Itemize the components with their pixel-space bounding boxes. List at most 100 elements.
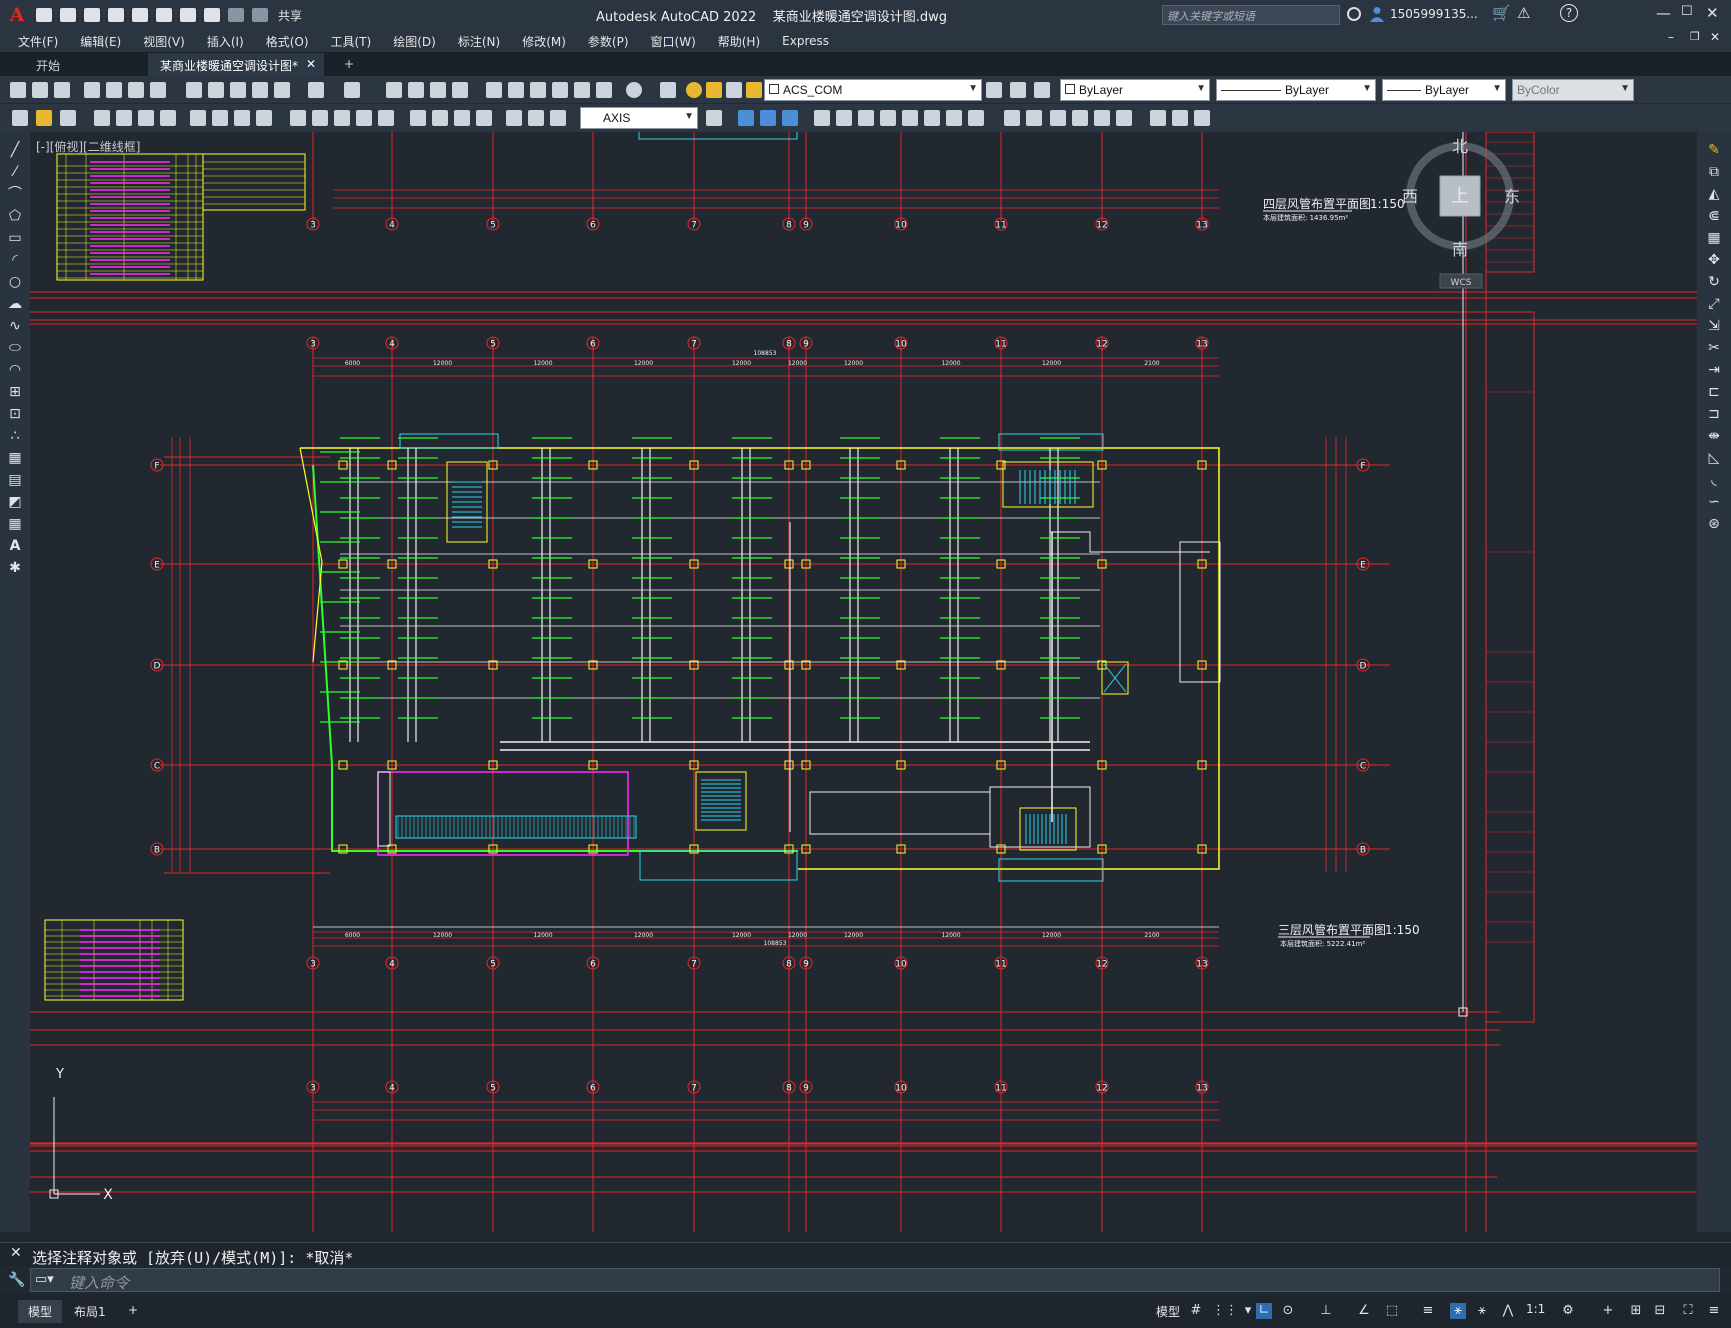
dim-edit-icon[interactable] [506,110,522,126]
dim-style-icon[interactable] [706,110,722,126]
chamfer-tool-icon[interactable]: ◺ [1706,450,1722,466]
command-input[interactable]: ▭▾ 键入命令 [30,1268,1720,1292]
point-tool-icon[interactable]: ∴ [7,428,23,444]
doc-close-icon[interactable]: ✕ [1710,30,1720,44]
recent-commands-icon[interactable]: ▭▾ [35,1272,54,1287]
layer-thaw-icon[interactable] [706,82,722,98]
layer-on-icon[interactable] [686,82,702,98]
polar-icon[interactable]: ⊙ [1280,1303,1296,1319]
undo-icon[interactable] [204,8,220,22]
preview-icon[interactable] [106,82,122,98]
layer-tool-icon[interactable] [12,110,28,126]
plot-icon[interactable] [180,8,196,22]
publish-icon[interactable] [128,82,144,98]
mtext-tool-icon[interactable]: A [7,538,23,554]
send-back-icon[interactable] [760,110,776,126]
named-views-icon[interactable] [1072,110,1088,126]
annotation-visibility-icon[interactable]: ⋀ [1500,1303,1516,1319]
region-tool-icon[interactable]: ◩ [7,494,23,510]
gradient-tool-icon[interactable]: ▤ [7,472,23,488]
zoom-previous-icon[interactable] [452,82,468,98]
fullscreen-icon[interactable]: ⛶ [1680,1303,1696,1319]
quick-dim-icon[interactable] [290,110,306,126]
model-space-toggle[interactable]: 模型 [1146,1300,1190,1323]
zoom-realtime-icon[interactable] [408,82,424,98]
tab-close-icon[interactable]: ✕ [306,57,316,71]
linetype-dropdown[interactable]: ByLayer ▼ [1216,79,1376,101]
angular-dim-icon[interactable] [256,110,272,126]
xline-tool-icon[interactable]: ⁄ [7,164,23,180]
calculator-icon[interactable] [596,82,612,98]
ole-icon[interactable] [1194,110,1210,126]
layer-iso-icon[interactable] [60,110,76,126]
insert-block-icon[interactable] [1150,110,1166,126]
inspect-icon[interactable] [454,110,470,126]
menu-tools[interactable]: 工具(T) [331,33,372,50]
explode-tool-icon[interactable]: ⊛ [1706,516,1722,532]
add-layout-button[interactable]: + [118,1300,148,1320]
properties-icon[interactable] [486,82,502,98]
save-tb-icon[interactable] [54,82,70,98]
autocad-logo-icon[interactable]: A [6,4,28,26]
center-mark-icon[interactable] [432,110,448,126]
paste-icon[interactable] [230,82,246,98]
plotstyle-dropdown[interactable]: ByColor ▼ [1512,79,1634,101]
match-prop-icon[interactable] [252,82,268,98]
tolerance-icon[interactable] [410,110,426,126]
menu-express[interactable]: Express [782,34,829,48]
lineweight-icon[interactable]: ≡ [1420,1303,1436,1319]
copy-tool-icon[interactable]: ⧉ [1706,164,1722,180]
ucs-icon[interactable] [814,110,830,126]
jogged-linear-icon[interactable] [476,110,492,126]
make-current-layer-icon[interactable] [986,82,1002,98]
user-icon[interactable] [1370,6,1384,22]
fillet-tool-icon[interactable]: ◟ [1706,472,1722,488]
offset-tool-icon[interactable]: ⋐ [1706,208,1722,224]
units-icon[interactable]: ⊞ [1628,1303,1644,1319]
ucs-origin-icon[interactable] [946,110,962,126]
bring-above-icon[interactable] [782,110,798,126]
blend-tool-icon[interactable]: ∽ [1706,494,1722,510]
mirror-tool-icon[interactable]: ◭ [1706,186,1722,202]
layer-properties-icon[interactable] [660,82,676,98]
menu-modify[interactable]: 修改(M) [522,33,566,50]
doc-minimize-icon[interactable]: – [1668,30,1674,44]
line-tool-icon[interactable]: ╱ [7,142,23,158]
new-tab-button[interactable]: + [332,53,366,76]
layer-unlock-icon[interactable] [726,82,742,98]
3d-print-icon[interactable] [150,82,166,98]
customize-qat-icon[interactable] [252,8,268,22]
redo-icon[interactable] [228,8,244,22]
undo-tb-icon[interactable] [308,82,324,98]
hatch-tool-icon[interactable]: ▦ [7,450,23,466]
menu-draw[interactable]: 绘图(D) [393,33,436,50]
layer-match-icon[interactable] [36,110,52,126]
maximize-icon[interactable]: ☐ [1681,4,1693,19]
annotation-monitor-icon[interactable]: + [1600,1303,1616,1319]
search-input[interactable]: 键入关键字或短语 [1162,5,1340,25]
user-name[interactable]: 1505999135... [1390,7,1478,21]
tab-model[interactable]: 模型 [18,1300,63,1323]
bring-front-icon[interactable] [738,110,754,126]
ucs-face-icon[interactable] [880,110,896,126]
layer-lock-icon[interactable] [746,82,762,98]
join-tool-icon[interactable]: ⇼ [1706,428,1722,444]
arc-tool-icon[interactable]: ◜ [7,252,23,268]
stretch-tool-icon[interactable]: ⇲ [1706,318,1722,334]
menu-view[interactable]: 视图(V) [143,33,185,50]
revcloud-tool-icon[interactable]: ☁ [7,296,23,312]
menu-help[interactable]: 帮助(H) [718,33,760,50]
menu-file[interactable]: 文件(F) [18,33,58,50]
add-selected-tool-icon[interactable]: ✱ [7,560,23,576]
view-manager-icon[interactable] [1050,110,1066,126]
cad-drawing[interactable]: 3 4 5 6 7 8 9 10 11 12 13四层风管布置平面图1:150本层建筑面积: 143… [30,132,1697,1232]
orbit-icon[interactable] [1116,110,1132,126]
dim-break-icon[interactable] [378,110,394,126]
plot-tb-icon[interactable] [84,82,100,98]
layer-state-icon[interactable] [1034,82,1050,98]
share-button[interactable]: 共享 [278,7,302,24]
diameter-dim-icon[interactable] [234,110,250,126]
layer-previous-icon[interactable] [1010,82,1026,98]
save-to-web-icon[interactable] [156,8,172,22]
scale-tool-icon[interactable]: ⤢ [1706,296,1722,312]
